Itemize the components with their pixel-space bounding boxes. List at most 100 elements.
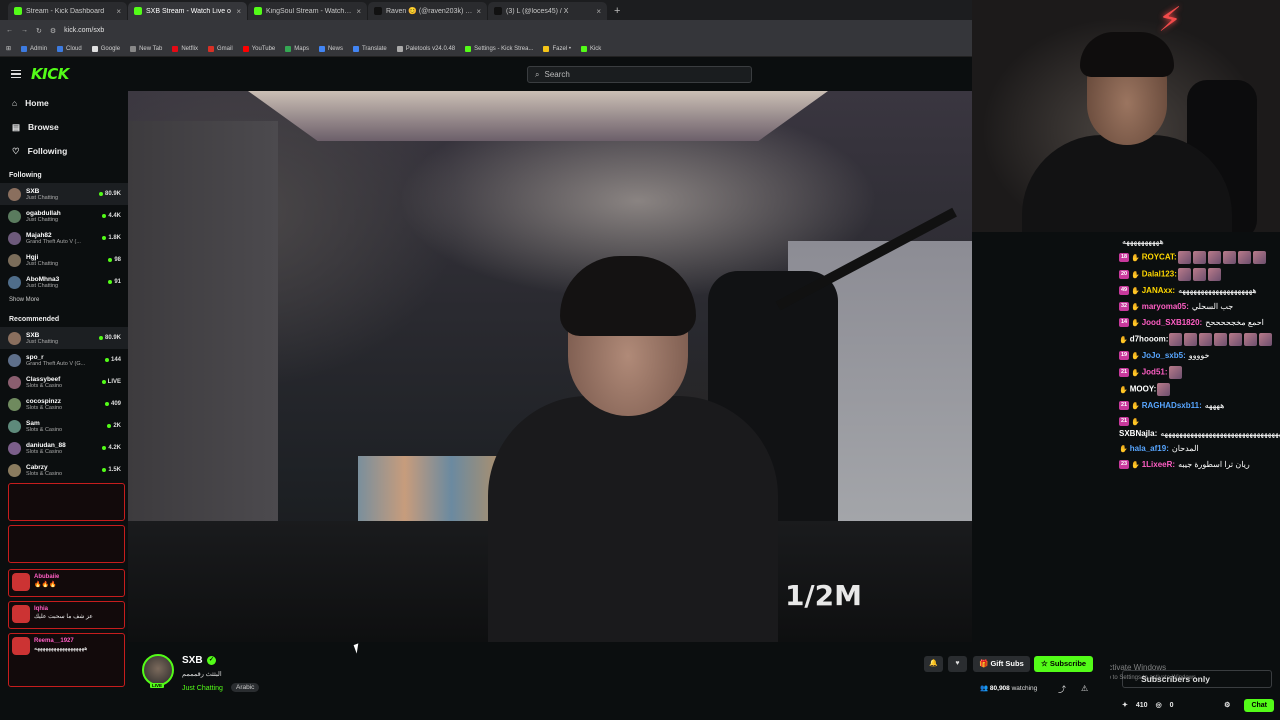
video-player[interactable]: 1/2M <box>128 91 972 642</box>
sidebar-channel[interactable]: AboMhna3 Just Chatting 91 <box>0 271 128 293</box>
bookmark-item[interactable]: Admin <box>21 45 47 52</box>
site-info-icon[interactable]: ⚙ <box>50 27 56 35</box>
settings-icon[interactable]: ⚙ <box>1224 701 1230 709</box>
chat-username[interactable]: 1LixeeR: <box>1142 460 1175 469</box>
hand-badge-icon: ✋ <box>1131 353 1140 360</box>
bookmark-item[interactable]: Fazel • <box>543 45 571 52</box>
tab-favicon-icon <box>374 7 382 15</box>
sidebar-channel[interactable]: daniudan_88 Slots & Casino 4.2K <box>0 437 128 459</box>
channel-name[interactable]: SXB <box>182 655 203 666</box>
viewer-count: 409 <box>104 401 121 407</box>
viewer-count: 4.2K <box>102 445 121 451</box>
browser-tab[interactable]: (3) L (@loces45) / X × <box>488 2 607 20</box>
chat-username[interactable]: Dalal123: <box>1142 270 1177 279</box>
viewer-count-value: 2K <box>113 423 121 429</box>
bookmark-item[interactable]: Settings - Kick Strea... <box>465 45 533 52</box>
emote-icon <box>1207 251 1221 264</box>
sidebar-channel[interactable]: Cabrzy Slots & Casino 1.5K <box>0 459 128 481</box>
browser-tab[interactable]: Raven 😊 (@raven203k) | TikTo × <box>368 2 487 20</box>
subscribe-button[interactable]: ☆ Subscribe <box>1034 656 1094 672</box>
browser-tab[interactable]: Stream - Kick Dashboard × <box>8 2 127 20</box>
chat-username[interactable]: d7hooom: <box>1130 335 1169 344</box>
forward-icon[interactable]: → <box>21 27 28 34</box>
chat-username[interactable]: maryoma05: <box>1142 302 1189 311</box>
sidebar-channel[interactable]: SXB Just Chatting 80.9K <box>0 183 128 205</box>
bookmark-label: New Tab <box>139 45 163 52</box>
bookmark-item[interactable]: News <box>318 45 343 52</box>
sidebar-channel[interactable]: ogabdullah Just Chatting 4.4K <box>0 205 128 227</box>
chat-username[interactable]: ROYCAT: <box>1142 253 1177 262</box>
tab-close-icon[interactable]: × <box>476 7 481 16</box>
channel-name: SXB <box>26 331 40 339</box>
sidebar-nav-following[interactable]: ♡ Following <box>0 139 128 163</box>
chat-username[interactable]: SXBNajla: <box>1119 429 1157 438</box>
menu-icon[interactable] <box>11 69 21 79</box>
chat-send-button[interactable]: Chat <box>1244 698 1274 712</box>
bookmark-label: Google <box>100 45 121 52</box>
sidebar-channel[interactable]: Sam Slots & Casino 2K <box>0 415 128 437</box>
bookmark-item[interactable]: Translate <box>352 45 387 52</box>
chat-username[interactable]: Jod51: <box>1142 368 1168 377</box>
chat-username[interactable]: MOOY: <box>1130 385 1157 394</box>
channel-avatar[interactable] <box>142 654 174 686</box>
sidebar-channel[interactable]: SXB Just Chatting 80.9K <box>0 327 128 349</box>
gift-subs-button[interactable]: 🎁 Gift Subs <box>973 656 1030 672</box>
tab-title: Stream - Kick Dashboard <box>26 7 105 15</box>
bookmark-item[interactable]: Paletools v24.0.48 <box>396 45 455 52</box>
sidebar-channel[interactable]: cocospinzz Slots & Casino 409 <box>0 393 128 415</box>
reload-icon[interactable]: ↻ <box>36 27 42 35</box>
new-tab-icon[interactable]: + <box>608 2 626 20</box>
sidebar-channel[interactable]: Majah82 Grand Theft Auto V (... 1.8K <box>0 227 128 249</box>
report-icon[interactable]: ⚠ <box>1081 684 1088 693</box>
browser-tab[interactable]: KingSoul Stream - Watch Live × <box>248 2 367 20</box>
bookmark-item[interactable]: New Tab <box>130 45 163 52</box>
sidebar-nav-home[interactable]: ⌂ Home <box>0 91 128 115</box>
chat-username[interactable]: Jood_SXB1820: <box>1142 318 1202 327</box>
points-icon[interactable]: ✦ <box>1122 701 1128 709</box>
notification-bell-icon[interactable]: 🔔 <box>924 656 943 672</box>
emote-icon <box>1168 366 1182 379</box>
chat-message: 21 ✋ Jod51: <box>1119 366 1280 379</box>
viewer-count-value: 4.2K <box>108 445 121 451</box>
sidebar-channel[interactable]: Classybeef Slots & Casino LIVE <box>0 371 128 393</box>
kick-logo[interactable]: KICK <box>31 65 69 83</box>
emote-icon <box>1192 251 1206 264</box>
language-tag[interactable]: Arabic <box>231 683 260 692</box>
chat-username[interactable]: JoJo_sxb5: <box>1142 351 1186 360</box>
bookmark-item[interactable]: Maps <box>285 45 309 52</box>
coin-icon[interactable]: ◎ <box>1156 701 1162 709</box>
chat-username[interactable]: RAGHADsxb11: <box>1142 401 1202 410</box>
points-count: 410 <box>1135 701 1148 709</box>
chat-username[interactable]: hala_af19: <box>1130 444 1169 453</box>
bookmark-item[interactable]: Netflix <box>172 45 198 52</box>
stream-category[interactable]: Just Chatting <box>182 685 223 692</box>
tab-close-icon[interactable]: × <box>356 7 361 16</box>
overlay-username: Abubaiie <box>34 574 60 580</box>
tab-close-icon[interactable]: × <box>596 7 601 16</box>
live-dot-icon <box>108 258 113 262</box>
bookmark-item[interactable]: Google <box>91 45 121 52</box>
sidebar-nav-browse[interactable]: ▤ Browse <box>0 115 128 139</box>
apps-grid-icon[interactable]: ⊞ <box>6 45 11 52</box>
bookmark-item[interactable]: Gmail <box>208 45 233 52</box>
share-icon[interactable]: ⤴ <box>1058 684 1066 695</box>
back-icon[interactable]: ← <box>6 27 13 34</box>
bookmark-item[interactable]: Cloud <box>57 45 82 52</box>
bookmark-item[interactable]: YouTube <box>242 45 275 52</box>
tab-close-icon[interactable]: × <box>116 7 121 16</box>
sidebar-channel[interactable]: Hgji Just Chatting 98 <box>0 249 128 271</box>
channel-name: Cabrzy <box>26 463 48 471</box>
follow-heart-icon[interactable]: ♥ <box>948 656 967 672</box>
show-more-link[interactable]: Show More <box>0 293 128 307</box>
sidebar-nav-label: Following <box>27 146 68 156</box>
tab-close-icon[interactable]: × <box>236 7 241 16</box>
live-dot-icon <box>98 336 103 340</box>
emote-icon <box>1169 333 1183 346</box>
search-input[interactable]: ⌕ Search <box>527 66 752 83</box>
bookmark-item[interactable]: Kick <box>580 45 601 52</box>
chat-username[interactable]: JANAxx: <box>1142 286 1175 295</box>
sidebar-channel[interactable]: spo_r Grand Theft Auto V (G... 144 <box>0 349 128 371</box>
overlay-username: Iqhia <box>34 606 49 612</box>
address-bar[interactable]: kick.com/sxb <box>64 27 104 34</box>
browser-tab[interactable]: SXB Stream - Watch Live o × <box>128 2 247 20</box>
